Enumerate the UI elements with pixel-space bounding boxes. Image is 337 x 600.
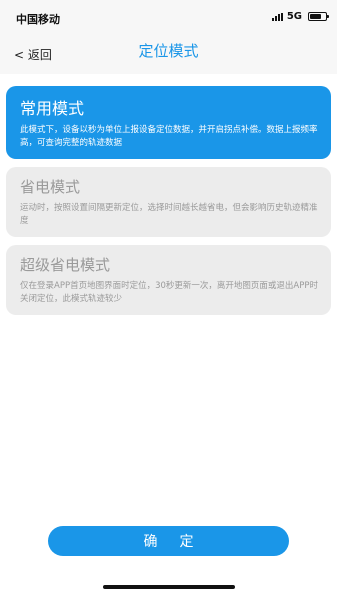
nav-bar: < 返回 定位模式 — [0, 34, 337, 74]
mode-card-power-saving[interactable]: 省电模式 运动时，按照设置间隔更新定位，选择时间越长越省电，但会影响历史轨迹精准… — [6, 167, 331, 237]
mode-description: 运动时，按照设置间隔更新定位，选择时间越长越省电，但会影响历史轨迹精准度 — [20, 203, 318, 226]
mode-title: 超级省电模式 — [20, 256, 111, 274]
page-title: 定位模式 — [138, 42, 199, 60]
mode-list: 常用模式 此模式下，设备以秒为单位上报设备定位数据，并开启拐点补偿。数据上报频率… — [6, 86, 331, 323]
confirm-button[interactable]: 确定 — [48, 526, 289, 556]
mode-description: 此模式下，设备以秒为单位上报设备定位数据，并开启拐点补偿。数据上报频率高，可查询… — [20, 125, 318, 148]
battery-icon — [308, 12, 329, 21]
signal-icon — [271, 12, 283, 21]
header-area: 中国移动 5G < 返回 定位模式 — [0, 0, 337, 74]
mode-card-normal[interactable]: 常用模式 此模式下，设备以秒为单位上报设备定位数据，并开启拐点补偿。数据上报频率… — [6, 86, 331, 159]
confirm-label: 确定 — [143, 534, 216, 550]
mode-title: 常用模式 — [20, 99, 85, 118]
carrier-name: 中国移动 — [16, 13, 60, 26]
mode-title: 省电模式 — [20, 178, 81, 196]
home-indicator[interactable] — [103, 585, 235, 589]
status-bar: 中国移动 5G — [0, 0, 337, 34]
status-indicators: 5G — [271, 11, 329, 22]
mode-description: 仅在登录APP首页地图界面时定位，30秒更新一次，离开地图页面或退出APP时关闭… — [20, 281, 318, 304]
mode-card-super-power-saving[interactable]: 超级省电模式 仅在登录APP首页地图界面时定位，30秒更新一次，离开地图页面或退… — [6, 245, 331, 315]
network-type: 5G — [286, 11, 302, 22]
